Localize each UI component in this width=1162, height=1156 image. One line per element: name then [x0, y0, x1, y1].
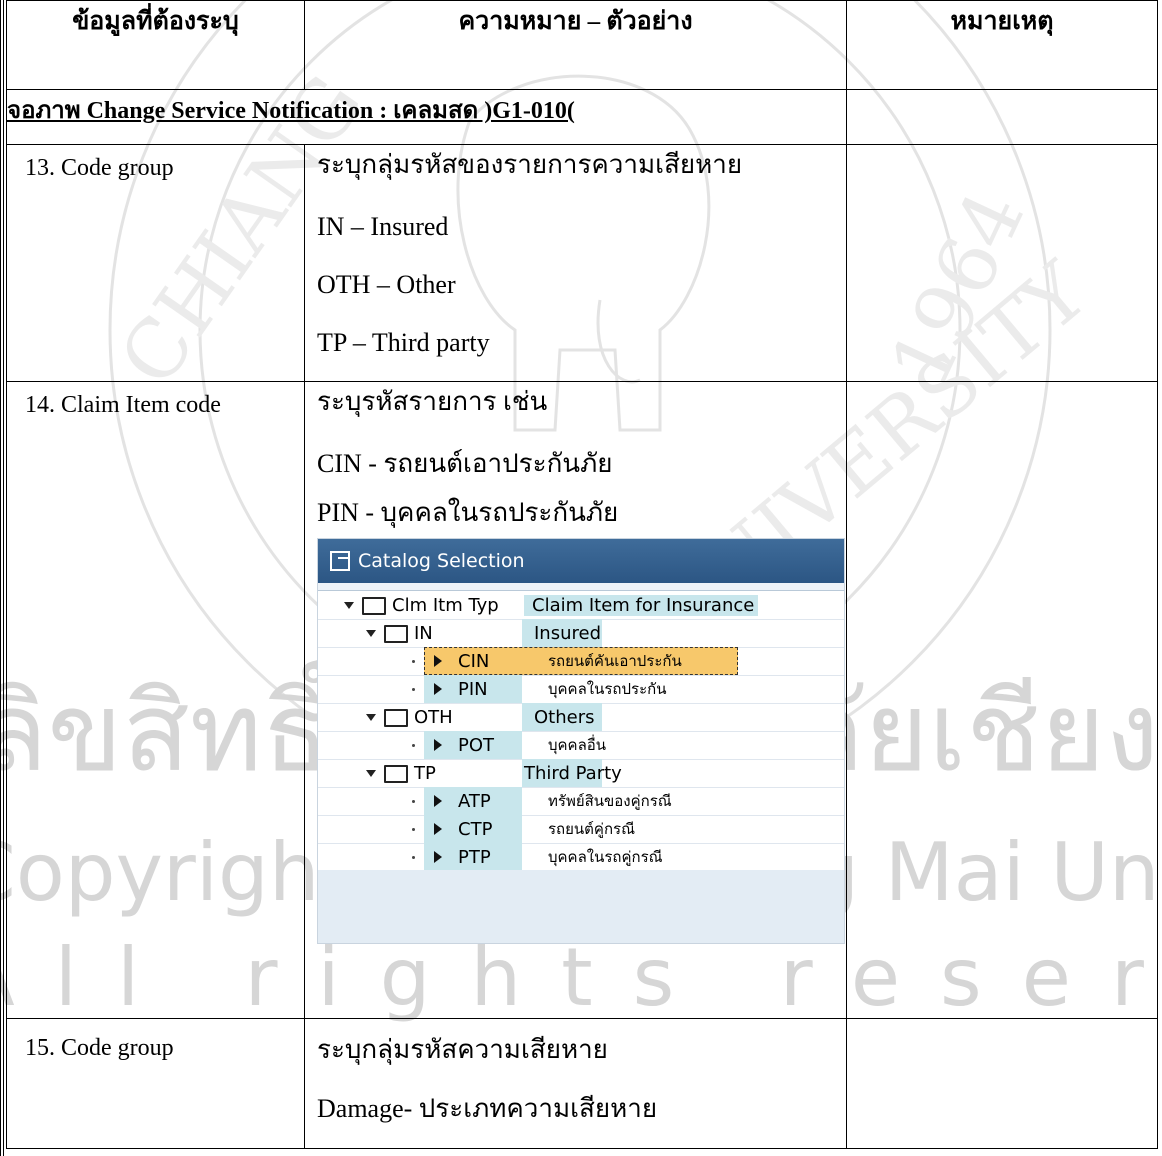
- meaning-line: ระบุรหัสรายการ เช่น: [317, 387, 548, 416]
- meaning-line: ระบุกลุ่มรหัสความเสียหาย: [317, 1035, 608, 1064]
- tree-row[interactable]: IN Insured: [318, 619, 844, 648]
- tree-code: IN: [414, 622, 433, 644]
- tree-code: PTP: [458, 846, 491, 868]
- tree-desc: บุคคลในรถประกัน: [548, 680, 667, 698]
- section-remarks-cell: [846, 89, 1158, 145]
- meaning-line: IN – Insured: [317, 212, 449, 241]
- document-table: ข้อมูลที่ต้องระบุ ความหมาย – ตัวอย่าง หม…: [6, 0, 1158, 1149]
- row-remarks-cell: [846, 381, 1158, 1019]
- tree-row[interactable]: Clm Itm Typ Claim Item for Insurance: [318, 591, 844, 620]
- node-arrow-icon: [434, 823, 442, 835]
- expand-icon[interactable]: [366, 630, 376, 637]
- tree-row[interactable]: PTP บุคคลในรถคู่กรณี: [318, 843, 844, 872]
- row-meaning-cell: ระบุกลุ่มรหัสความเสียหาย Damage- ประเภทค…: [304, 1018, 847, 1149]
- row-remarks-cell: [846, 144, 1158, 382]
- section-title: จอภาพ Change Service Notification : เคลม…: [6, 89, 847, 145]
- tree-desc: Claim Item for Insurance: [524, 594, 759, 616]
- tree-desc: Insured: [534, 622, 602, 644]
- tree-row[interactable]: POT บุคคลอื่น: [318, 731, 844, 760]
- node-arrow-icon: [434, 655, 442, 667]
- header-required-info: ข้อมูลที่ต้องระบุ: [6, 0, 305, 90]
- catalog-title: Catalog Selection: [358, 550, 525, 572]
- catalog-tree: Clm Itm Typ Claim Item for Insurance IN …: [318, 590, 844, 872]
- tree-desc: ทรัพย์สินของคู่กรณี: [548, 792, 672, 810]
- meaning-line: OTH – Other: [317, 270, 456, 299]
- row-remarks-cell: [846, 1018, 1158, 1149]
- row-label: 13. Code group: [25, 155, 174, 181]
- row-meaning-cell: ระบุกลุ่มรหัสของรายการความเสียหาย IN – I…: [304, 144, 847, 382]
- table-row: 15. Code group ระบุกลุ่มรหัสความเสียหาย …: [6, 1018, 1158, 1149]
- tree-desc: บุคคลอื่น: [548, 736, 607, 754]
- tree-desc: Third Party: [524, 762, 622, 784]
- meaning-line: ระบุกลุ่มรหัสของรายการความเสียหาย: [317, 150, 743, 179]
- tree-row[interactable]: ATP ทรัพย์สินของคู่กรณี: [318, 787, 844, 816]
- tree-row[interactable]: TP Third Party: [318, 759, 844, 788]
- tree-desc: Others: [534, 706, 595, 728]
- tree-desc: รถยนต์คู่กรณี: [548, 820, 636, 838]
- tree-code: TP: [414, 762, 436, 784]
- folder-open-icon: [384, 765, 408, 783]
- table-row: 14. Claim Item code ระบุรหัสรายการ เช่น …: [6, 381, 1158, 1019]
- table-header-row: ข้อมูลที่ต้องระบุ ความหมาย – ตัวอย่าง หม…: [6, 0, 1158, 90]
- section-row: จอภาพ Change Service Notification : เคลม…: [6, 89, 1158, 145]
- catalog-footer: [318, 870, 844, 943]
- node-arrow-icon: [434, 739, 442, 751]
- node-arrow-icon: [434, 683, 442, 695]
- tree-desc: รถยนต์คันเอาประกัน: [548, 652, 682, 670]
- window-icon: [330, 551, 350, 571]
- row-label-cell: 13. Code group: [6, 144, 305, 382]
- tree-row[interactable]: OTH Others: [318, 703, 844, 732]
- tree-row-selected[interactable]: CIN รถยนต์คันเอาประกัน: [318, 647, 844, 676]
- header-meaning-example: ความหมาย – ตัวอย่าง: [304, 0, 847, 90]
- tree-code: Clm Itm Typ: [392, 594, 499, 616]
- meaning-line: Damage- ประเภทความเสียหาย: [317, 1094, 658, 1123]
- node-arrow-icon: [434, 795, 442, 807]
- catalog-selection-panel: Catalog Selection Clm Itm Typ Claim Item…: [317, 538, 845, 944]
- tree-code: CTP: [458, 818, 493, 840]
- tree-code: CIN: [458, 650, 490, 672]
- catalog-title-bar: Catalog Selection: [318, 539, 844, 583]
- tree-code: PIN: [458, 678, 488, 700]
- meaning-line: PIN - บุคคลในรถประกันภัย: [317, 498, 619, 527]
- meaning-line: CIN - รถยนต์เอาประกันภัย: [317, 449, 613, 478]
- row-label: 14. Claim Item code: [25, 392, 221, 418]
- expand-icon[interactable]: [366, 770, 376, 777]
- row-meaning-cell: ระบุรหัสรายการ เช่น CIN - รถยนต์เอาประกั…: [304, 381, 847, 1019]
- expand-icon[interactable]: [344, 602, 354, 609]
- expand-icon[interactable]: [366, 714, 376, 721]
- header-remarks: หมายเหตุ: [846, 0, 1158, 90]
- table-row: 13. Code group ระบุกลุ่มรหัสของรายการควา…: [6, 144, 1158, 382]
- folder-icon: [362, 597, 386, 615]
- row-label-cell: 15. Code group: [6, 1018, 305, 1149]
- tree-code: ATP: [458, 790, 491, 812]
- row-label-cell: 14. Claim Item code: [6, 381, 305, 1019]
- meaning-line: TP – Third party: [317, 328, 490, 357]
- tree-row[interactable]: CTP รถยนต์คู่กรณี: [318, 815, 844, 844]
- node-arrow-icon: [434, 851, 442, 863]
- row-label: 15. Code group: [25, 1035, 174, 1061]
- tree-row[interactable]: PIN บุคคลในรถประกัน: [318, 675, 844, 704]
- folder-icon: [384, 709, 408, 727]
- tree-code: POT: [458, 734, 495, 756]
- folder-icon: [384, 625, 408, 643]
- tree-code: OTH: [414, 706, 453, 728]
- tree-desc: บุคคลในรถคู่กรณี: [548, 848, 663, 866]
